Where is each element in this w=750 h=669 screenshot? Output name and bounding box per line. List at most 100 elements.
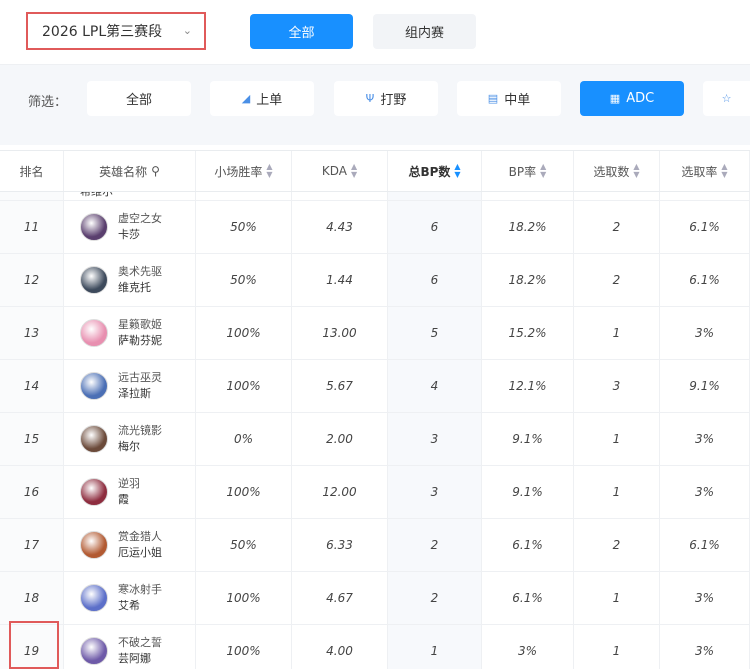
kda-cell: 4.00 xyxy=(292,625,388,669)
header-champion[interactable]: 英雄名称 ⚲ xyxy=(64,151,196,191)
tab-group-stage[interactable]: 组内赛 xyxy=(373,14,476,49)
table-row[interactable]: 13 星籁歌姬 萨勒芬妮 100% 13.00 5 15.2% 1 3% xyxy=(0,307,750,360)
header-total-bp[interactable]: 总BP数 ▲ ▼ xyxy=(388,151,482,191)
picks-cell: 3 xyxy=(574,360,660,412)
pick-rate-cell: 6.1% xyxy=(660,254,750,306)
champion-avatar xyxy=(80,372,108,400)
table-header: 排名 英雄名称 ⚲ 小场胜率 ▲ ▼ KDA ▲ ▼ 总BP数 ▲ ▼ BP率 ▲ ▼ 选取数 ▲ ▼… xyxy=(0,150,750,192)
header-win-rate[interactable]: 小场胜率 ▲ ▼ xyxy=(196,151,292,191)
header-bp-rate[interactable]: BP率 ▲ ▼ xyxy=(482,151,574,191)
table-row[interactable]: 14 远古巫灵 泽拉斯 100% 5.67 4 12.1% 3 9.1% xyxy=(0,360,750,413)
table-row[interactable]: 17 赏金猎人 厄运小姐 50% 6.33 2 6.1% 2 6.1% xyxy=(0,519,750,572)
filter-support-button[interactable]: ☆ xyxy=(703,81,750,116)
header-pick-rate[interactable]: 选取率 ▲ ▼ xyxy=(660,151,750,191)
champion-name: 萨勒芬妮 xyxy=(118,334,162,347)
picks-cell: 2 xyxy=(574,201,660,253)
champion-cell[interactable]: 逆羽霞 xyxy=(64,466,196,518)
picks-cell: 2 xyxy=(574,519,660,571)
rank-cell: 18 xyxy=(0,572,64,624)
tab-all[interactable]: 全部 xyxy=(250,14,353,49)
filter-adc-button[interactable]: ▦ ADC xyxy=(580,81,684,116)
kda-cell: 6.33 xyxy=(292,519,388,571)
picks-cell: 1 xyxy=(574,572,660,624)
bp-rate-cell: 9.1% xyxy=(482,413,574,465)
filter-jungle-label: 打野 xyxy=(380,93,407,108)
champion-cell[interactable]: 远古巫灵 泽拉斯 xyxy=(64,360,196,412)
champion-avatar xyxy=(80,266,108,294)
sort-icon: ▲ ▼ xyxy=(454,162,461,179)
filter-adc-label: ADC xyxy=(626,91,655,106)
table-row[interactable]: 18 寒冰射手 艾希 100% 4.67 2 6.1% 1 3% xyxy=(0,572,750,625)
total-bp-cell: 6 xyxy=(388,201,482,253)
table-row[interactable]: 15 流光镜影 梅尔 0% 2.00 3 9.1% 1 3% xyxy=(0,413,750,466)
win-rate-cell: 100% xyxy=(196,307,292,359)
kda-cell: 4.43 xyxy=(292,201,388,253)
rank-cell: 16 xyxy=(0,466,64,518)
picks-cell: 1 xyxy=(574,413,660,465)
chevron-down-icon: ⌄ xyxy=(182,24,192,37)
picks-cell: 1 xyxy=(574,466,660,518)
champion-name: 厄运小姐 xyxy=(118,546,162,559)
table-row[interactable]: 12 奥术先驱 维克托 50% 1.44 6 18.2% 2 6.1% xyxy=(0,254,750,307)
sort-icon: ▲ ▼ xyxy=(721,162,728,179)
champion-avatar xyxy=(80,319,108,347)
total-bp-cell: 3 xyxy=(388,413,482,465)
header-picks[interactable]: 选取数 ▲ ▼ xyxy=(574,151,660,191)
champion-title: 赏金猎人 xyxy=(118,530,162,543)
rank-cell: 11 xyxy=(0,201,64,253)
table-row[interactable]: 19 不破之誓 芸阿娜 100% 4.00 1 3% 1 3% xyxy=(0,625,750,669)
rank-cell: 12 xyxy=(0,254,64,306)
champion-cell[interactable]: 星籁歌姬 萨勒芬妮 xyxy=(64,307,196,359)
champion-title: 虚空之女 xyxy=(118,212,162,225)
total-bp-cell: 1 xyxy=(388,625,482,669)
rank-cell: 13 xyxy=(0,307,64,359)
filter-top-button[interactable]: ◢ 上单 xyxy=(210,81,314,116)
champion-cell[interactable]: 虚空之女 卡莎 xyxy=(64,201,196,253)
win-rate-cell: 50% xyxy=(196,519,292,571)
season-dropdown[interactable]: 2026 LPL第三赛段 ⌄ xyxy=(26,12,206,50)
bp-rate-cell: 6.1% xyxy=(482,572,574,624)
champion-cell[interactable]: 赏金猎人 厄运小姐 xyxy=(64,519,196,571)
sort-icon: ▲ ▼ xyxy=(633,162,640,179)
rank-cell: 17 xyxy=(0,519,64,571)
total-bp-cell: 6 xyxy=(388,254,482,306)
table-row[interactable]: 16 逆羽霞 100% 12.00 3 9.1% 1 3% xyxy=(0,466,750,519)
kda-cell: 4.67 xyxy=(292,572,388,624)
win-rate-cell: 100% xyxy=(196,572,292,624)
champion-avatar xyxy=(80,531,108,559)
total-bp-cell: 3 xyxy=(388,466,482,518)
picks-cell: 1 xyxy=(574,625,660,669)
champion-name: 梅尔 xyxy=(118,440,140,453)
rank-cell: 14 xyxy=(0,360,64,412)
champion-avatar xyxy=(80,213,108,241)
header-kda[interactable]: KDA ▲ ▼ xyxy=(292,151,388,191)
support-icon: ☆ xyxy=(721,92,732,105)
rank-highlight-box xyxy=(9,621,59,669)
table-body: 希维尔 11虚空之女卡莎50%4.43618.2%26.1%12奥术先驱维克托5… xyxy=(0,180,750,669)
champion-title: 不破之誓 xyxy=(118,636,162,649)
kda-cell: 1.44 xyxy=(292,254,388,306)
champion-name: 泽拉斯 xyxy=(118,387,151,400)
filter-mid-button[interactable]: ▤ 中单 xyxy=(457,81,561,116)
bp-rate-cell: 6.1% xyxy=(482,519,574,571)
champion-cell[interactable]: 奥术先驱 维克托 xyxy=(64,254,196,306)
filter-all-button[interactable]: 全部 xyxy=(87,81,191,116)
champion-stats-table: 排名 英雄名称 ⚲ 小场胜率 ▲ ▼ KDA ▲ ▼ 总BP数 ▲ ▼ BP率 ▲ ▼ 选取数 ▲ ▼… xyxy=(0,146,750,669)
table-row[interactable]: 11 虚空之女 卡莎 50% 4.43 6 18.2% 2 6.1% xyxy=(0,201,750,254)
champion-cell[interactable]: 流光镜影 梅尔 xyxy=(64,413,196,465)
bp-rate-cell: 12.1% xyxy=(482,360,574,412)
champion-avatar xyxy=(80,478,108,506)
search-icon[interactable]: ⚲ xyxy=(151,164,160,178)
champion-title: 星籁歌姬 xyxy=(118,318,162,331)
pick-rate-cell: 3% xyxy=(660,307,750,359)
filter-jungle-button[interactable]: Ψ 打野 xyxy=(334,81,438,116)
champion-title: 流光镜影 xyxy=(118,424,162,437)
picks-cell: 2 xyxy=(574,254,660,306)
champion-cell[interactable]: 寒冰射手 艾希 xyxy=(64,572,196,624)
rank-cell: 15 xyxy=(0,413,64,465)
bp-rate-cell: 3% xyxy=(482,625,574,669)
bp-rate-cell: 18.2% xyxy=(482,201,574,253)
pick-rate-cell: 6.1% xyxy=(660,519,750,571)
champion-avatar xyxy=(80,425,108,453)
champion-cell[interactable]: 不破之誓 芸阿娜 xyxy=(64,625,196,669)
